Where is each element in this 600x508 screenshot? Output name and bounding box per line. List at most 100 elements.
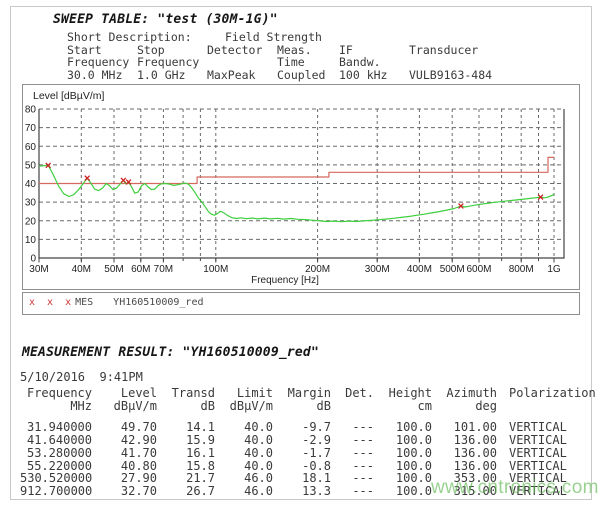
- col-value: VULB9163-484: [409, 69, 492, 82]
- cell: -2.9: [273, 434, 331, 447]
- cell: ---: [331, 485, 374, 498]
- cell: 26.7: [157, 485, 215, 498]
- x-ticks: [39, 258, 554, 263]
- cell: 40.0: [215, 447, 273, 460]
- sweep-table-section: SWEEP TABLE: "test (30M-1G)" Short Descr…: [53, 12, 492, 81]
- level-chart: 0102030405060708030M40M50M60M70M100M200M…: [22, 84, 580, 290]
- sweep-values-line: 30.0 MHz1.0 GHzMaxPeakCoupled100 kHzVULB…: [67, 69, 492, 82]
- short-description-value: Field Strength: [225, 30, 322, 44]
- svg-text:500M: 500M: [440, 264, 465, 275]
- legend-trace-name: YH160510009_red: [113, 297, 203, 308]
- measurement-result-section: MEASUREMENT RESULT: "YH160510009_red" 5/…: [20, 345, 596, 498]
- col-value: 100 kHz: [339, 69, 409, 82]
- th-unit: dB: [157, 400, 215, 413]
- cell: 41.640000: [20, 434, 92, 447]
- col-value: Coupled: [277, 69, 339, 82]
- short-description-label: Short Description:: [67, 31, 225, 44]
- svg-text:40: 40: [25, 179, 37, 190]
- col-value: MaxPeak: [207, 69, 277, 82]
- sweep-table-title: SWEEP TABLE: "test (30M-1G)": [53, 12, 492, 27]
- th-unit: dBµV/m: [215, 400, 273, 413]
- col-value: 1.0 GHz: [137, 69, 207, 82]
- cell: 136.00: [432, 434, 497, 447]
- col-value: 30.0 MHz: [67, 69, 137, 82]
- measurement-row-2: 41.64000042.9015.940.0-2.9---100.0136.00…: [20, 434, 596, 447]
- cell: -9.7: [273, 421, 331, 434]
- col-header: Time: [277, 56, 339, 69]
- chart-legend: x x xMES YH160510009_red: [22, 292, 580, 315]
- svg-text:20: 20: [25, 216, 37, 227]
- cell: 100.0: [374, 485, 432, 498]
- measurement-trace: [39, 165, 554, 221]
- watermark: www.cntronics.com: [431, 477, 600, 499]
- svg-text:70: 70: [25, 123, 37, 134]
- svg-text:800M: 800M: [509, 264, 534, 275]
- emc-measurement-report: { "page": { "watermark": "www.cntronics.…: [0, 0, 600, 508]
- sweep-table-body: Short Description:Field Strength StartSt…: [67, 31, 492, 81]
- th: Transd: [157, 387, 215, 400]
- cell: 13.3: [273, 485, 331, 498]
- cell: 42.90: [92, 434, 157, 447]
- th: Height: [374, 387, 432, 400]
- col-header: Transducer: [409, 44, 478, 57]
- cell: VERTICAL: [509, 434, 567, 447]
- cell: VERTICAL: [509, 447, 567, 460]
- cell: 40.0: [215, 421, 273, 434]
- svg-text:80: 80: [25, 105, 37, 116]
- x-axis-label: Frequency [Hz]: [251, 275, 319, 286]
- svg-text:30: 30: [25, 198, 37, 209]
- svg-text:1G: 1G: [547, 264, 561, 275]
- svg-text:50: 50: [25, 160, 37, 171]
- th-unit: cm: [374, 400, 432, 413]
- svg-text:40M: 40M: [72, 264, 91, 275]
- cell: VERTICAL: [509, 421, 567, 434]
- th: Frequency: [20, 387, 92, 400]
- short-description-line: Short Description:Field Strength: [67, 31, 492, 44]
- cell: 49.70: [92, 421, 157, 434]
- svg-text:400M: 400M: [407, 264, 432, 275]
- cell: ---: [331, 447, 374, 460]
- col-header: Bandw.: [339, 56, 409, 69]
- x-tick-labels: 30M40M50M60M70M100M200M300M400M500M600M8…: [29, 264, 561, 275]
- cell: -1.7: [273, 447, 331, 460]
- th: Margin: [273, 387, 331, 400]
- cell: 14.1: [157, 421, 215, 434]
- chart-title: Level [dBµV/m]: [33, 90, 104, 102]
- th: Limit: [215, 387, 273, 400]
- svg-text:10: 10: [25, 235, 37, 246]
- measurement-header-row-2: MHzdBµV/mdBdBµV/mdBcmdeg: [20, 400, 596, 413]
- col-header: Frequency: [67, 56, 137, 69]
- cell: 15.9: [157, 434, 215, 447]
- col-header: Detector: [207, 44, 277, 57]
- th: Azimuth: [432, 387, 497, 400]
- legend-trace-label: MES: [75, 297, 93, 308]
- cell: 31.940000: [20, 421, 92, 434]
- svg-text:600M: 600M: [466, 264, 491, 275]
- measurement-header-row-1: FrequencyLevelTransdLimitMarginDet.Heigh…: [20, 387, 596, 400]
- th-unit: dB: [273, 400, 331, 413]
- cell: 16.1: [157, 447, 215, 460]
- svg-text:70M: 70M: [154, 264, 173, 275]
- measurement-datetime: 5/10/2016 9:41PM: [20, 370, 596, 384]
- cell: 46.0: [215, 485, 273, 498]
- th-unit: deg: [432, 400, 497, 413]
- cell: 53.280000: [20, 447, 92, 460]
- svg-text:300M: 300M: [365, 264, 390, 275]
- cell: 912.700000: [20, 485, 92, 498]
- th: Polarization: [509, 387, 596, 400]
- measurement-result-title: MEASUREMENT RESULT: "YH160510009_red": [22, 345, 596, 360]
- cell: 136.00: [432, 447, 497, 460]
- svg-text:60M: 60M: [131, 264, 150, 275]
- measurement-row-1: 31.94000049.7014.140.0-9.7---100.0101.00…: [20, 421, 596, 434]
- svg-text:100M: 100M: [203, 264, 228, 275]
- legend-marker-icon: x x x: [29, 297, 74, 308]
- svg-text:200M: 200M: [305, 264, 330, 275]
- measurement-row-3: 53.28000041.7016.140.0-1.7---100.0136.00…: [20, 447, 596, 460]
- sweep-header-line-2: FrequencyFrequency TimeBandw.: [67, 56, 492, 69]
- th: Level: [92, 387, 157, 400]
- svg-text:0: 0: [30, 254, 36, 265]
- y-tick-labels: 01020304050607080: [25, 105, 37, 265]
- cell: ---: [331, 421, 374, 434]
- cell: 101.00: [432, 421, 497, 434]
- col-header: Frequency: [137, 56, 207, 69]
